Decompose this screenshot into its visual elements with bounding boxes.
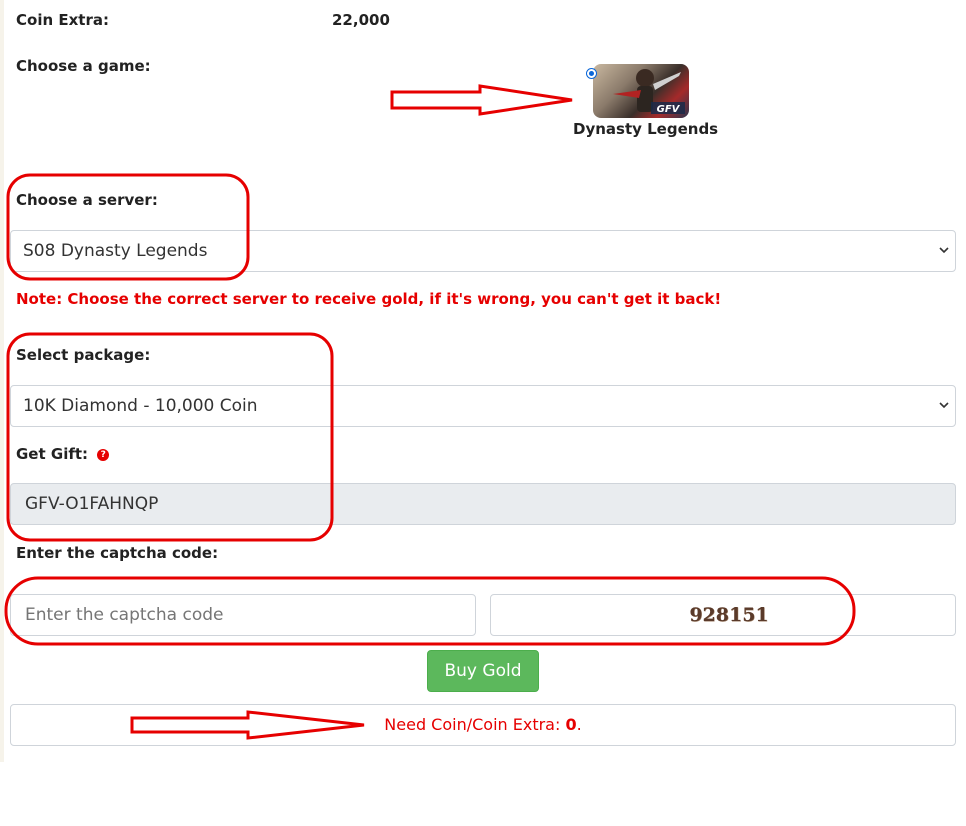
coin-extra-label: Coin Extra:: [16, 11, 109, 29]
game-art-icon: GFV: [613, 69, 685, 115]
server-select-value: S08 Dynasty Legends: [23, 241, 208, 261]
choose-game-label: Choose a game:: [16, 57, 151, 75]
get-gift-label: Get Gift:: [16, 445, 89, 463]
arrow-right-icon: [390, 84, 573, 116]
package-select-value: 10K Diamond - 10,000 Coin: [23, 396, 258, 416]
need-coin-text: Need Coin/Coin Extra:: [384, 715, 566, 734]
buy-gold-button[interactable]: Buy Gold: [427, 650, 539, 692]
package-select[interactable]: 10K Diamond - 10,000 Coin: [10, 385, 956, 427]
get-gift-label-row: Get Gift: ?: [16, 445, 110, 463]
chevron-down-icon: [939, 402, 949, 409]
gfv-badge: GFV: [657, 104, 681, 115]
select-package-label: Select package:: [16, 346, 151, 364]
chevron-down-icon: [939, 247, 949, 254]
captcha-input[interactable]: [10, 594, 476, 636]
gift-code-field: GFV-O1FAHNQP: [10, 483, 956, 525]
question-circle-icon[interactable]: ?: [97, 448, 110, 461]
captcha-code: 928151: [689, 604, 769, 626]
need-coin-suffix: .: [576, 715, 582, 734]
need-coin-amount: 0: [565, 715, 577, 734]
game-thumbnail[interactable]: GFV: [593, 64, 689, 118]
captcha-label: Enter the captcha code:: [16, 544, 219, 562]
game-option-name: Dynasty Legends: [573, 120, 719, 138]
side-strip: [0, 0, 4, 762]
radio-selected-icon[interactable]: [586, 68, 597, 79]
coin-extra-value: 22,000: [332, 11, 390, 29]
choose-server-label: Choose a server:: [16, 191, 158, 209]
captcha-image: 928151: [490, 594, 956, 636]
server-select[interactable]: S08 Dynasty Legends: [10, 230, 956, 272]
server-warning-note: Note: Choose the correct server to recei…: [16, 290, 722, 308]
need-coin-box: Need Coin/Coin Extra: 0.: [10, 704, 956, 746]
